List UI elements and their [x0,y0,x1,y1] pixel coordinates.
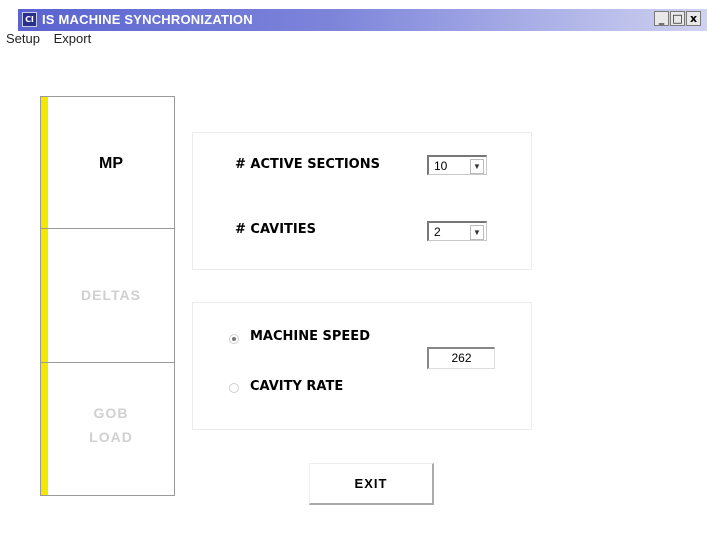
tab-deltas-label: DELTAS [81,287,141,303]
active-sections-select[interactable]: 10 ▼ [427,155,487,175]
machine-speed-radio[interactable] [229,334,239,344]
rate-value-field[interactable]: 262 [427,347,495,369]
cavity-rate-label: CAVITY RATE [250,379,344,394]
tab-accent-bar [41,97,48,228]
tab-accent-bar [41,363,48,495]
machine-speed-label: MACHINE SPEED [250,329,370,344]
tab-mp[interactable]: MP [40,96,175,229]
tab-accent-bar [41,229,48,362]
tab-gob-load[interactable]: GOB LOAD [40,362,175,496]
menu-setup[interactable]: Setup [6,31,40,46]
tab-mp-label: MP [99,155,123,172]
active-sections-label: # ACTIVE SECTIONS [235,157,380,172]
cavities-value: 2 [434,225,441,239]
rate-panel: MACHINE SPEED CAVITY RATE 262 [192,302,532,430]
tab-gob-label: GOB [93,405,129,421]
maximize-button[interactable]: □ [670,11,685,26]
side-tabs: MP DELTAS GOB LOAD [40,96,175,496]
active-sections-value: 10 [434,159,448,173]
app-icon: CI [22,12,37,27]
config-panel: # ACTIVE SECTIONS 10 ▼ # CAVITIES 2 ▼ [192,132,532,270]
cavities-label: # CAVITIES [235,222,316,237]
minimize-button[interactable]: _ [654,11,669,26]
chevron-down-icon[interactable]: ▼ [470,159,484,174]
close-button[interactable]: x [686,11,701,26]
window-title: IS MACHINE SYNCHRONIZATION [42,12,253,27]
menu-export[interactable]: Export [54,31,92,46]
menu-bar: Setup Export [6,31,101,51]
tab-deltas[interactable]: DELTAS [40,228,175,363]
chevron-down-icon[interactable]: ▼ [470,225,484,240]
exit-button[interactable]: EXIT [309,463,434,505]
cavities-select[interactable]: 2 ▼ [427,221,487,241]
tab-load-label: LOAD [89,429,133,445]
cavity-rate-radio[interactable] [229,383,239,393]
title-bar[interactable]: CI IS MACHINE SYNCHRONIZATION _ □ x [18,9,707,31]
